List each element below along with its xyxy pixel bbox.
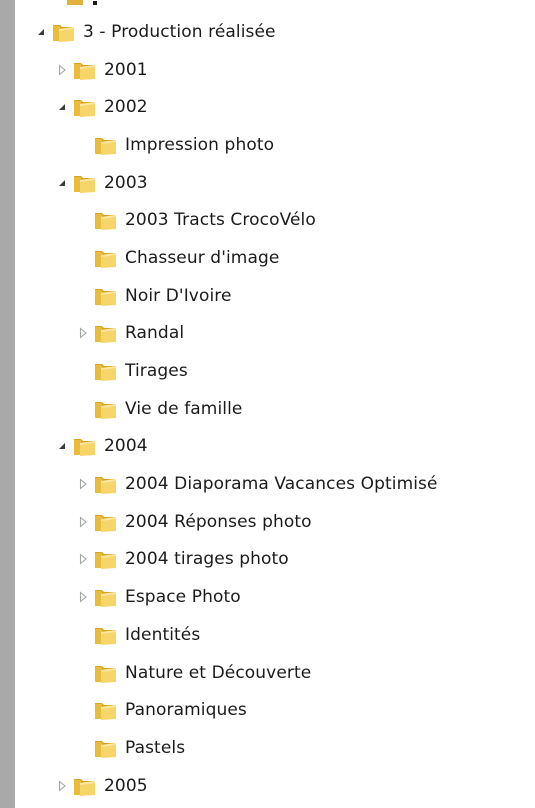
tree-item-label: Chasseur d'image bbox=[125, 247, 280, 268]
collapsed-triangle-icon[interactable] bbox=[74, 588, 92, 606]
no-expander bbox=[74, 136, 92, 154]
tree-item[interactable]: 2003 bbox=[15, 164, 535, 202]
collapsed-triangle-icon[interactable] bbox=[53, 777, 71, 795]
expanded-triangle-icon[interactable] bbox=[32, 23, 50, 41]
folder-icon bbox=[94, 134, 118, 156]
tree-item-label: 3 - Production réalisée bbox=[83, 21, 276, 42]
previous-item-fragment bbox=[53, 0, 163, 6]
no-expander bbox=[74, 739, 92, 757]
expanded-triangle-icon[interactable] bbox=[53, 98, 71, 116]
tree-item[interactable]: Espace Photo bbox=[15, 578, 535, 616]
no-expander bbox=[74, 287, 92, 305]
folder-icon bbox=[73, 435, 97, 457]
no-expander bbox=[74, 626, 92, 644]
collapsed-triangle-icon[interactable] bbox=[74, 550, 92, 568]
folder-icon bbox=[94, 548, 118, 570]
tree-item[interactable]: Pastels bbox=[15, 729, 535, 767]
tree-item-label: Espace Photo bbox=[125, 587, 241, 608]
tree-item[interactable]: Vie de famille bbox=[15, 390, 535, 428]
folder-icon bbox=[52, 21, 76, 43]
tree-item-label: 2002 bbox=[104, 97, 148, 118]
folder-icon bbox=[94, 398, 118, 420]
tree-item-label: Pastels bbox=[125, 737, 186, 758]
folder-icon bbox=[94, 662, 118, 684]
tree-item-label: Impression photo bbox=[125, 134, 275, 155]
folder-icon bbox=[94, 699, 118, 721]
tree-item[interactable]: 2004 tirages photo bbox=[15, 541, 535, 579]
tree-item[interactable]: 2004 Diaporama Vacances Optimisé bbox=[15, 465, 535, 503]
folder-tree: 3 - Production réalisée 2001 2002 Impressio… bbox=[15, 13, 535, 804]
tree-item-label: 2001 bbox=[104, 59, 148, 80]
folder-icon bbox=[73, 96, 97, 118]
tree-item[interactable]: Tirages bbox=[15, 352, 535, 390]
tree-item-label: 2004 bbox=[104, 436, 148, 457]
tree-item-label: 2004 Réponses photo bbox=[125, 511, 312, 532]
collapsed-triangle-icon[interactable] bbox=[53, 61, 71, 79]
folder-icon bbox=[94, 473, 118, 495]
tree-item-label: 2003 Tracts CrocoVélo bbox=[125, 210, 316, 231]
tree-item-label: 2004 Diaporama Vacances Optimisé bbox=[125, 474, 438, 495]
navigation-pane: 3 - Production réalisée 2001 2002 Impressio… bbox=[15, 0, 535, 808]
expanded-triangle-icon[interactable] bbox=[53, 437, 71, 455]
no-expander bbox=[74, 211, 92, 229]
tree-item[interactable]: 2003 Tracts CrocoVélo bbox=[15, 201, 535, 239]
tree-item-label: Noir D'Ivoire bbox=[125, 285, 232, 306]
no-expander bbox=[74, 664, 92, 682]
tree-item-label: Randal bbox=[125, 323, 185, 344]
tree-item[interactable]: Chasseur d'image bbox=[15, 239, 535, 277]
folder-icon bbox=[73, 59, 97, 81]
tree-item[interactable]: 2002 bbox=[15, 88, 535, 126]
folder-icon bbox=[94, 511, 118, 533]
tree-item[interactable]: 2001 bbox=[15, 51, 535, 89]
tree-item[interactable]: Panoramiques bbox=[15, 691, 535, 729]
folder-icon bbox=[67, 0, 97, 5]
tree-item[interactable]: Nature et Découverte bbox=[15, 654, 535, 692]
folder-icon bbox=[73, 172, 97, 194]
folder-icon bbox=[94, 322, 118, 344]
no-expander bbox=[74, 400, 92, 418]
folder-icon bbox=[94, 360, 118, 382]
folder-icon bbox=[94, 624, 118, 646]
tree-item[interactable]: 2005 bbox=[15, 767, 535, 805]
tree-item-label: 2003 bbox=[104, 172, 148, 193]
tree-item-label: Panoramiques bbox=[125, 700, 247, 721]
folder-icon bbox=[94, 247, 118, 269]
no-expander bbox=[74, 362, 92, 380]
folder-icon bbox=[94, 586, 118, 608]
tree-item[interactable]: Randal bbox=[15, 315, 535, 353]
tree-item-label: Nature et Découverte bbox=[125, 662, 312, 683]
tree-item[interactable]: 2004 Réponses photo bbox=[15, 503, 535, 541]
tree-item-label: 2004 tirages photo bbox=[125, 549, 289, 570]
tree-item[interactable]: Identités bbox=[15, 616, 535, 654]
tree-item-label: Vie de famille bbox=[125, 398, 243, 419]
tree-item[interactable]: 3 - Production réalisée bbox=[15, 13, 535, 51]
tree-item[interactable]: Noir D'Ivoire bbox=[15, 277, 535, 315]
collapsed-triangle-icon[interactable] bbox=[74, 513, 92, 531]
expanded-triangle-icon[interactable] bbox=[53, 174, 71, 192]
tree-item[interactable]: 2004 bbox=[15, 428, 535, 466]
folder-icon bbox=[73, 775, 97, 797]
collapsed-triangle-icon[interactable] bbox=[74, 475, 92, 493]
tree-item[interactable]: Impression photo bbox=[15, 126, 535, 164]
tree-item-label: Identités bbox=[125, 624, 201, 645]
no-expander bbox=[74, 249, 92, 267]
folder-icon bbox=[94, 737, 118, 759]
tree-item-label: 2005 bbox=[104, 775, 148, 796]
folder-icon bbox=[94, 285, 118, 307]
folder-icon bbox=[94, 209, 118, 231]
no-expander bbox=[74, 701, 92, 719]
tree-item-label: Tirages bbox=[125, 361, 188, 382]
collapsed-triangle-icon[interactable] bbox=[74, 324, 92, 342]
